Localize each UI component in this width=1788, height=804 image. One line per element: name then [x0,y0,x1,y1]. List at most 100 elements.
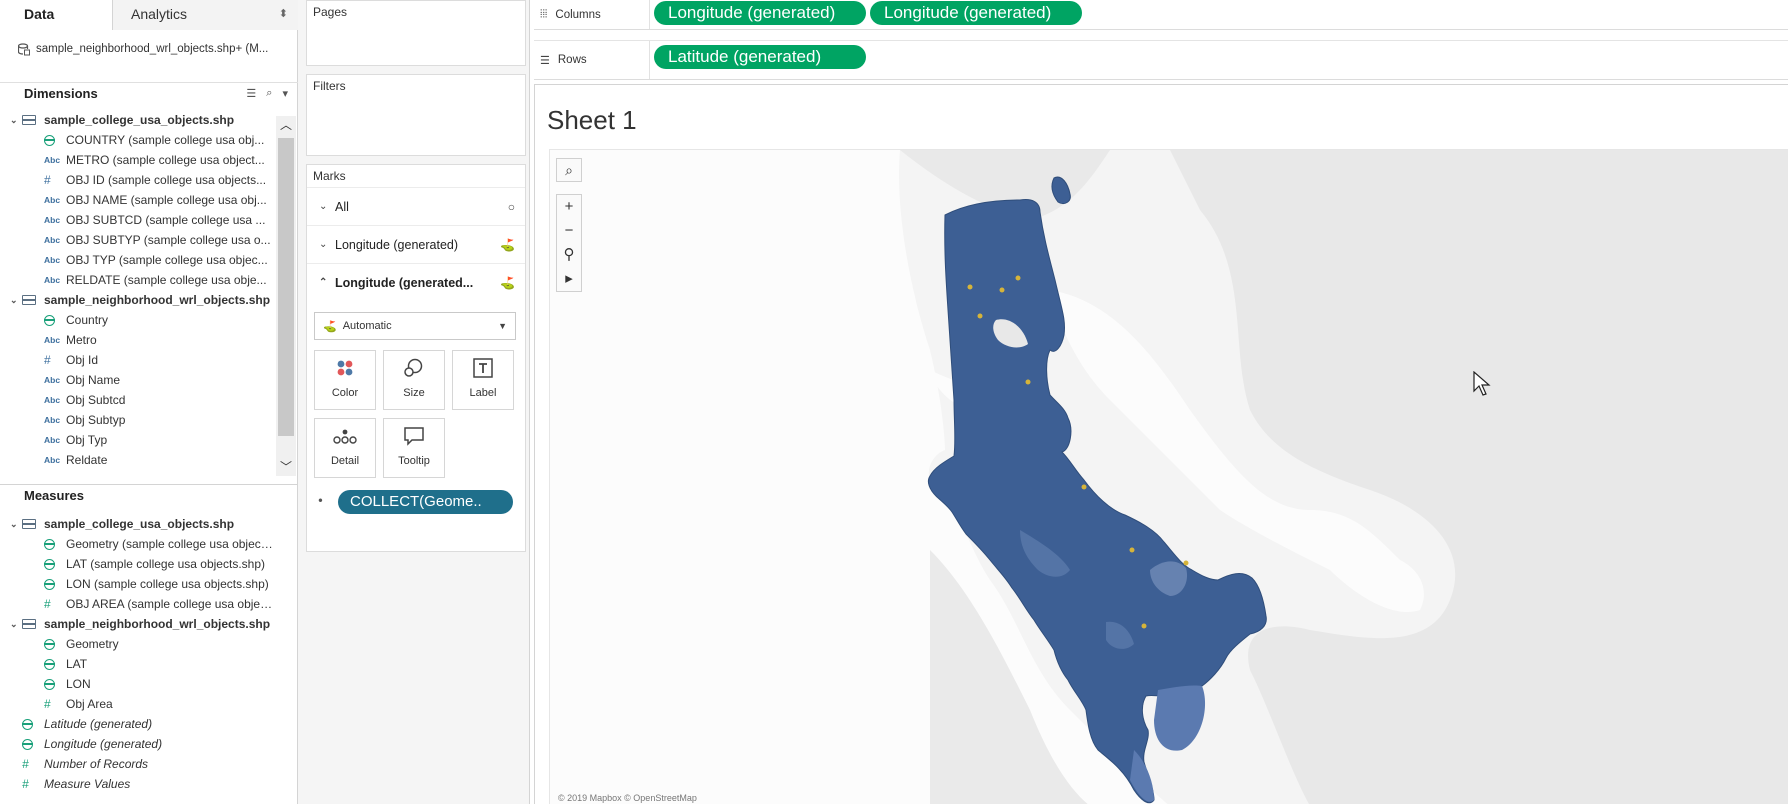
field-item[interactable]: # Number of Records [0,754,276,774]
field-item[interactable]: Abc METRO (sample college usa object... [0,150,276,170]
field-label: Longitude (generated) [44,737,163,751]
columns-shelf[interactable]: ⦙⦙⦙ Columns Longitude (generated) Longit… [534,0,1788,30]
datasource-row[interactable]: sample_neighborhood_wrl_objects.shp+ (M.… [18,40,288,58]
field-item[interactable]: Geometry (sample college usa objects.s..… [0,534,276,554]
highlight-point[interactable] [1081,484,1087,490]
map-view[interactable]: ⌕ + − ⚲ ▸ © 2019 Mapbox © OpenStreetMap [549,149,1788,804]
abc-icon: Abc [44,415,61,425]
field-item[interactable]: Longitude (generated) [0,734,276,754]
field-label: Obj Subtcd [66,393,126,407]
map-mark-icon: ⛳ [323,320,337,333]
table-row[interactable]: ⌄ sample_neighborhood_wrl_objects.shp [0,614,276,634]
size-button[interactable]: Size [383,350,445,410]
field-item[interactable]: Geometry [0,634,276,654]
field-item[interactable]: LON (sample college usa objects.shp) [0,574,276,594]
table-row[interactable]: ⌄ sample_neighborhood_wrl_objects.shp [0,290,276,310]
field-item[interactable]: Country [0,310,276,330]
collapse-icon[interactable]: ⌄ [10,619,22,630]
rows-pill-1[interactable]: Latitude (generated) [654,45,866,69]
expand-arrow-icon[interactable]: ▸ [557,267,581,291]
field-item[interactable]: Abc Obj Subtcd [0,390,276,410]
detail-button[interactable]: Detail [314,418,376,478]
globe-icon [22,718,44,730]
table-row[interactable]: ⌄ sample_college_usa_objects.shp [0,110,276,130]
collapse-icon[interactable]: ⌄ [10,115,22,126]
field-label: sample_neighborhood_wrl_objects.shp [44,617,271,631]
field-item[interactable]: Abc RELDATE (sample college usa obje... [0,270,276,290]
field-item[interactable]: Latitude (generated) [0,714,276,734]
marks-row-label: All [335,199,349,214]
scroll-thumb[interactable] [278,138,294,436]
scroll-down-icon[interactable]: ﹀ [276,458,296,476]
highlight-point[interactable] [977,313,983,319]
table-icon [22,295,36,305]
field-item[interactable]: Abc OBJ NAME (sample college usa obj... [0,190,276,210]
field-item[interactable]: Abc OBJ SUBTYP (sample college usa o... [0,230,276,250]
map-search-icon[interactable]: ⌕ [556,158,582,182]
search-icon[interactable]: ⌕ [266,87,272,100]
dimensions-scrollbar[interactable]: ︿ ﹀ [276,116,296,476]
highlight-point[interactable] [1183,560,1189,566]
field-item[interactable]: Abc Metro [0,330,276,350]
label-button[interactable]: Label [452,350,514,410]
marks-all-row[interactable]: ⌄ All ○ [307,187,525,225]
field-label: Obj Name [66,373,121,387]
sub-area[interactable] [1154,685,1206,751]
field-item[interactable]: Abc OBJ TYP (sample college usa objec... [0,250,276,270]
field-item[interactable]: Abc Obj Name [0,370,276,390]
field-item[interactable]: Abc Obj Typ [0,430,276,450]
field-item[interactable]: Abc Reldate [0,450,276,470]
map-canvas[interactable] [550,150,1788,804]
scroll-up-icon[interactable]: ︿ [276,116,296,134]
pages-card[interactable]: Pages [306,0,526,66]
tab-data[interactable]: Data [0,0,113,30]
color-button[interactable]: Color [314,350,376,410]
tooltip-button[interactable]: Tooltip [383,418,445,478]
highlight-point[interactable] [1129,547,1135,553]
abc-icon: Abc [44,235,61,245]
collapse-icon[interactable]: ⌄ [10,295,22,306]
filters-card[interactable]: Filters [306,74,526,156]
field-item[interactable]: Abc OBJ SUBTCD (sample college usa ... [0,210,276,230]
rows-shelf[interactable]: ☰ Rows Latitude (generated) [534,40,1788,80]
field-item[interactable]: COUNTRY (sample college usa obj... [0,130,276,150]
caret-icon: ⌃ [319,277,328,288]
table-icon [22,115,36,125]
marks-longitude-row-2[interactable]: ⌃ Longitude (generated... ⛳ [307,263,525,301]
highlight-point[interactable] [1141,623,1147,629]
columns-pill-2[interactable]: Longitude (generated) [870,1,1082,25]
field-item[interactable]: LAT [0,654,276,674]
mark-type-dropdown[interactable]: ⛳ Automatic ▼ [314,312,516,340]
field-item[interactable]: # OBJ AREA (sample college usa objects... [0,594,276,614]
sheet-title[interactable]: Sheet 1 [547,105,637,136]
field-item[interactable]: Abc Obj Subtyp [0,410,276,430]
columns-pill-1[interactable]: Longitude (generated) [654,1,866,25]
tooltip-label: Tooltip [398,455,430,467]
globe-icon [44,558,66,570]
collapse-icon[interactable]: ⌄ [10,519,22,530]
color-icon [315,351,375,385]
field-item[interactable]: # Obj Area [0,694,276,714]
field-item[interactable]: # Measure Values [0,774,276,794]
abc-icon: Abc [44,455,61,465]
zoom-in-icon[interactable]: + [557,195,581,219]
tab-menu-chevron-icon[interactable]: ⬍ [279,0,288,28]
pin-icon[interactable]: ⚲ [557,243,581,267]
caret-icon: ⌄ [319,239,328,250]
field-item[interactable]: LON [0,674,276,694]
dimensions-menu-icon[interactable]: ▾ [282,87,288,100]
view-toggle-icon[interactable]: ☰ [246,87,256,100]
field-item[interactable]: LAT (sample college usa objects.shp) [0,554,276,574]
highlight-point[interactable] [967,284,973,290]
highlight-point[interactable] [1025,379,1031,385]
tab-analytics[interactable]: Analytics ⬍ [113,0,298,30]
marks-longitude-row-1[interactable]: ⌄ Longitude (generated) ⛳ [307,225,525,263]
field-item[interactable]: # OBJ ID (sample college usa objects... [0,170,276,190]
table-row[interactable]: ⌄ sample_college_usa_objects.shp [0,514,276,534]
field-label: OBJ ID (sample college usa objects... [66,173,267,187]
zoom-out-icon[interactable]: − [557,219,581,243]
highlight-point[interactable] [999,287,1005,293]
collect-geometry-pill[interactable]: COLLECT(Geome.. [338,490,513,514]
field-item[interactable]: # Obj Id [0,350,276,370]
highlight-point[interactable] [1015,275,1021,281]
